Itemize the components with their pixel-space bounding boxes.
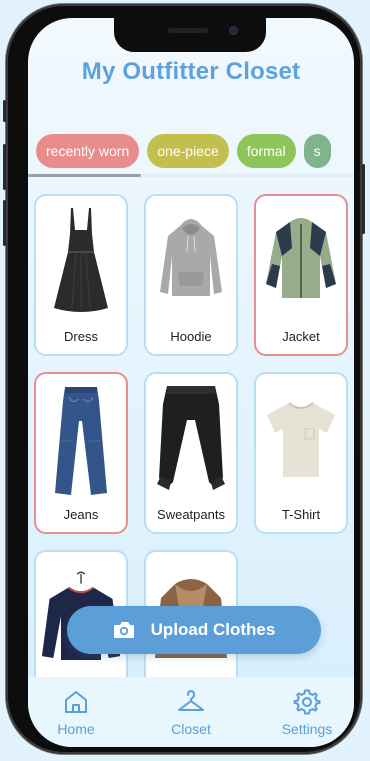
hoodie-image xyxy=(150,202,232,322)
card-label: Jeans xyxy=(63,507,99,522)
jacket-image xyxy=(260,202,342,322)
jeans-image xyxy=(40,380,122,500)
power-button xyxy=(362,164,365,234)
filter-chip-formal[interactable]: formal xyxy=(236,134,296,168)
notch xyxy=(114,18,266,52)
speaker xyxy=(168,28,208,33)
mute-switch xyxy=(3,100,6,122)
card-label: Jacket xyxy=(282,329,320,344)
tshirt-image xyxy=(260,380,342,500)
clothing-card-jacket[interactable]: Jacket xyxy=(254,194,348,356)
chip-scrollbar[interactable] xyxy=(28,174,141,177)
upload-clothes-label: Upload Clothes xyxy=(150,620,276,639)
bottom-tab-bar: Home Closet Settings xyxy=(28,677,354,747)
page-title: My Outfitter Closet xyxy=(81,58,301,85)
filter-chip-list[interactable]: recently worn one-piece formal s xyxy=(36,134,339,168)
volume-up-button xyxy=(3,144,6,190)
gear-icon xyxy=(262,687,352,717)
card-label: Dress xyxy=(64,329,98,344)
clothing-card-hoodie[interactable]: Hoodie xyxy=(144,194,238,356)
tab-settings[interactable]: Settings xyxy=(262,687,352,737)
sweatpants-image xyxy=(150,380,232,500)
volume-down-button xyxy=(3,200,6,246)
hanger-icon xyxy=(146,687,236,717)
tab-home[interactable]: Home xyxy=(31,687,121,737)
front-camera xyxy=(230,27,237,34)
clothing-card-tshirt[interactable]: T-Shirt xyxy=(254,372,348,534)
filter-chip-partial[interactable]: s xyxy=(303,134,331,168)
header-divider xyxy=(28,102,354,104)
upload-clothes-button[interactable]: Upload Clothes xyxy=(67,606,321,654)
filter-chip-one-piece[interactable]: one-piece xyxy=(147,134,229,168)
clothing-card-dress[interactable]: Dress xyxy=(34,194,128,356)
tab-label: Closet xyxy=(171,721,211,737)
camera-icon xyxy=(113,621,135,639)
clothing-card-jeans[interactable]: Jeans xyxy=(34,372,128,534)
home-icon xyxy=(31,687,121,717)
tab-label: Settings xyxy=(281,721,333,737)
clothing-card-sweatpants[interactable]: Sweatpants xyxy=(144,372,238,534)
card-label: T-Shirt xyxy=(281,507,321,522)
filter-chip-recently-worn[interactable]: recently worn xyxy=(36,134,140,168)
tab-label: Home xyxy=(57,721,95,737)
card-label: Hoodie xyxy=(170,329,212,344)
app-screen: My Outfitter Closet recently worn one-pie… xyxy=(28,18,354,747)
tab-closet[interactable]: Closet xyxy=(146,687,236,737)
dress-image xyxy=(40,202,122,322)
phone-frame: My Outfitter Closet recently worn one-pie… xyxy=(3,4,365,754)
card-label: Sweatpants xyxy=(157,507,225,522)
